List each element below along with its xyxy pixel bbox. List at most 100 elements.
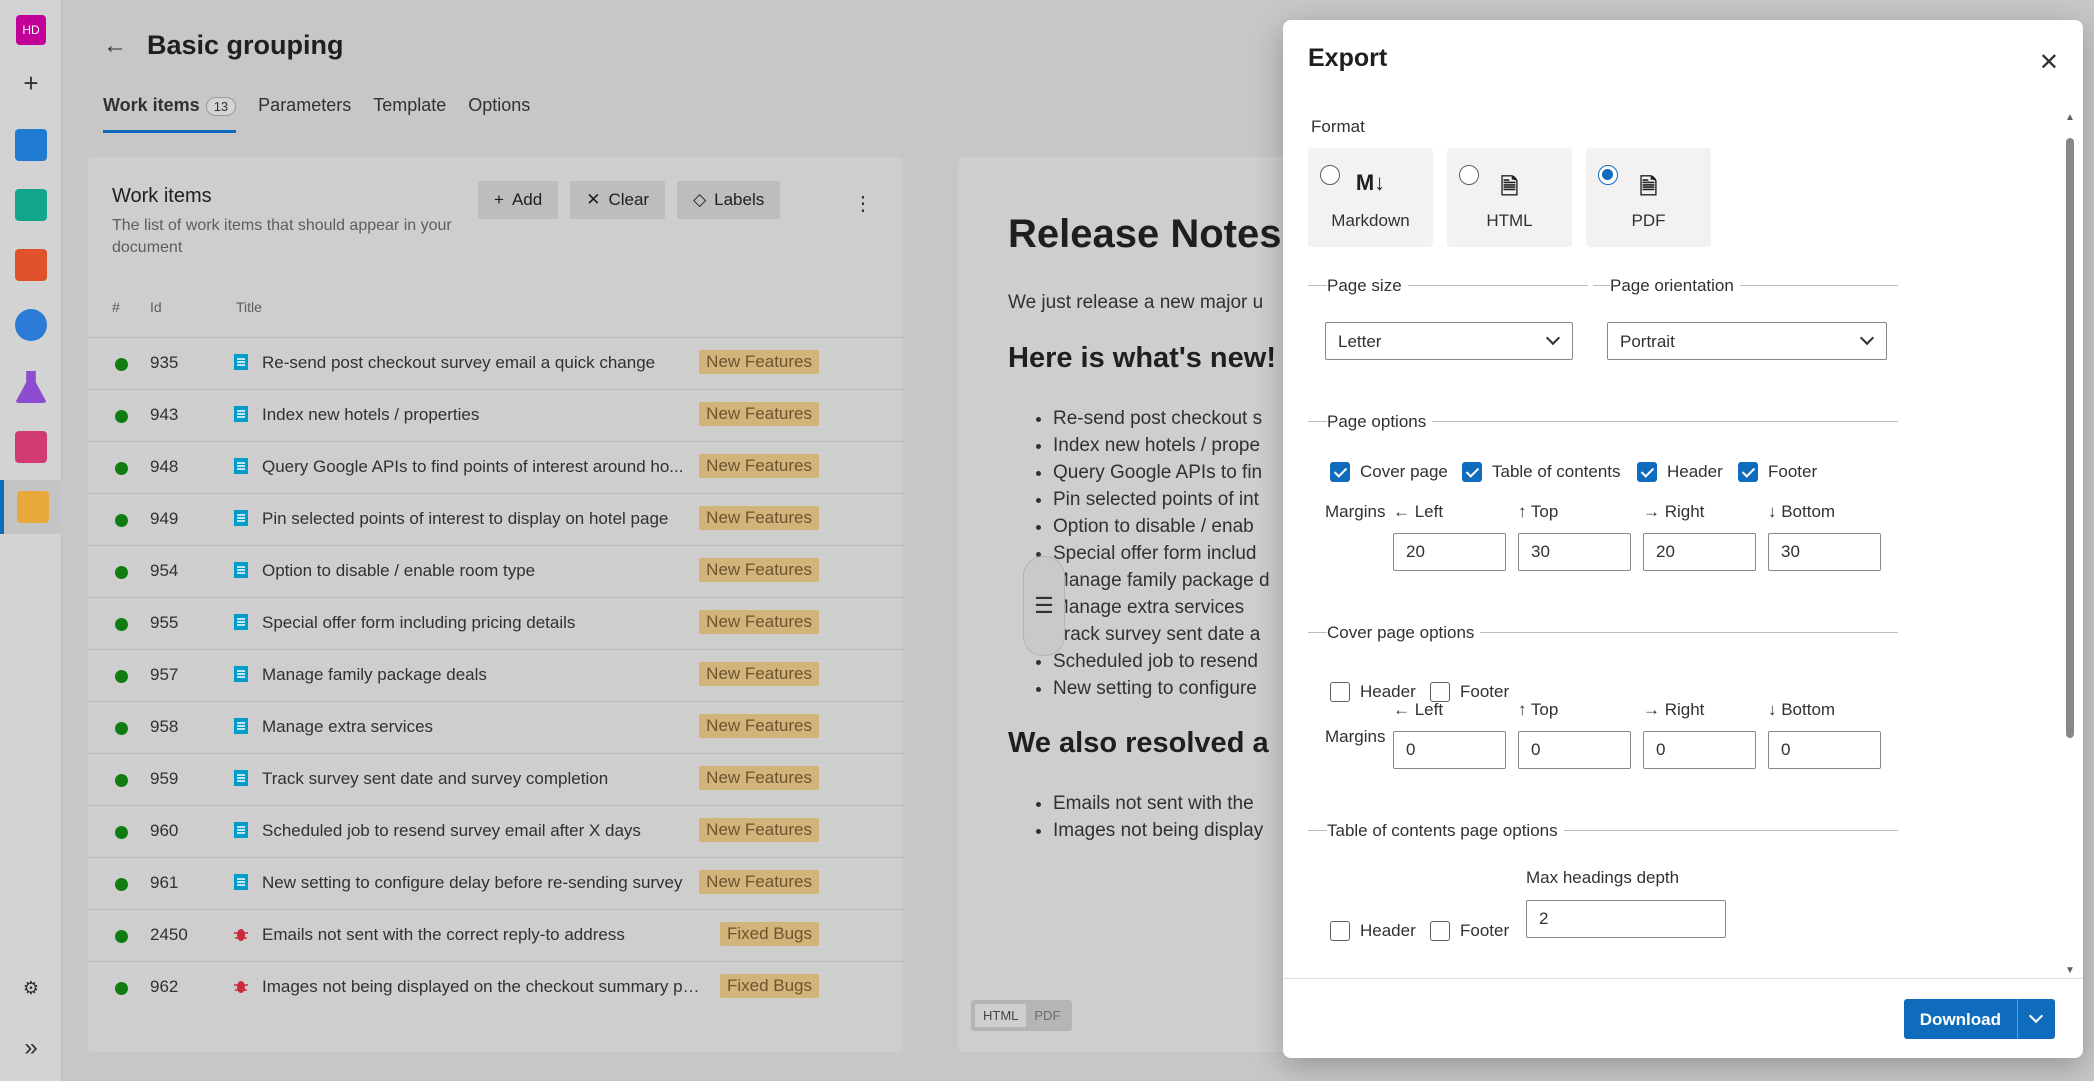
format-option-markdown[interactable]: M↓ Markdown	[1308, 148, 1433, 247]
tab-work-items[interactable]: Work items 13	[103, 95, 237, 133]
cover-header-checkbox[interactable]: Header	[1330, 682, 1416, 702]
add-button[interactable]: + Add	[478, 181, 559, 219]
work-item-title[interactable]: Option to disable / enable room type	[262, 561, 702, 581]
user-story-icon	[234, 718, 248, 734]
tab-parameters[interactable]: Parameters	[258, 95, 351, 133]
margin-top-label: ↑ Top	[1518, 502, 1559, 521]
close-icon[interactable]: ✕	[2039, 48, 2059, 77]
margin-bottom-label: ↓ Bottom	[1768, 502, 1836, 521]
cover-footer-checkbox[interactable]: Footer	[1430, 682, 1509, 702]
preview-list-item: Index new hotels / prope	[1053, 432, 1270, 459]
table-row[interactable]: 957 Manage family package deals New Featur…	[88, 649, 903, 701]
cover-margin-left-input[interactable]: 0	[1393, 731, 1506, 769]
scroll-up-icon[interactable]: ▲	[2065, 112, 2075, 123]
work-item-title[interactable]: Query Google APIs to find points of inte…	[262, 457, 702, 477]
toc-header-checkbox[interactable]: Header	[1330, 921, 1416, 941]
work-item-id: 962	[150, 977, 179, 996]
table-row[interactable]: 961 New setting to configure delay before…	[88, 857, 903, 909]
toc-checkbox[interactable]: Table of contents	[1462, 462, 1621, 482]
download-options-chevron-icon[interactable]	[2017, 999, 2055, 1039]
cover-margin-top-input[interactable]: 0	[1518, 731, 1631, 769]
cover-margin-bottom-input[interactable]: 0	[1768, 731, 1881, 769]
label-tag: Fixed Bugs	[719, 922, 819, 946]
work-item-title[interactable]: Manage extra services	[262, 717, 702, 737]
label-tag: New Features	[699, 662, 819, 686]
table-row[interactable]: 935 Re-send post checkout survey email a …	[88, 337, 903, 389]
nav-artifacts[interactable]	[0, 422, 62, 472]
toggle-pdf[interactable]: PDF	[1026, 1004, 1068, 1027]
max-depth-input[interactable]: 2	[1526, 900, 1726, 938]
state-dot-icon	[115, 930, 128, 943]
tab-options[interactable]: Options	[468, 95, 530, 133]
scroll-down-icon[interactable]: ▼	[2065, 965, 2075, 976]
pdf-file-icon: 🗎	[1639, 174, 1658, 199]
toc-footer-checkbox[interactable]: Footer	[1430, 921, 1509, 941]
more-options-icon[interactable]: ⋮	[853, 191, 873, 216]
new-project-plus-icon[interactable]: +	[0, 58, 62, 108]
preview-heading-new: Here is what's new!	[1008, 342, 1276, 374]
page-margin-bottom-input[interactable]: 30	[1768, 533, 1881, 571]
back-arrow-icon[interactable]: ←	[103, 32, 127, 60]
labels-button[interactable]: ◇ Labels	[677, 181, 781, 219]
table-row[interactable]: 943 Index new hotels / properties New Feat…	[88, 389, 903, 441]
work-item-title[interactable]: Scheduled job to resend survey email aft…	[262, 821, 702, 841]
page-margin-left-input[interactable]: 20	[1393, 533, 1506, 571]
nav-pipelines[interactable]	[0, 300, 62, 350]
work-item-title[interactable]: Re-send post checkout survey email a qui…	[262, 353, 702, 373]
work-item-title[interactable]: Special offer form including pricing det…	[262, 613, 702, 633]
work-item-title[interactable]: Pin selected points of interest to displ…	[262, 509, 702, 529]
scrollbar-thumb[interactable]	[2066, 138, 2074, 738]
format-option-pdf[interactable]: 🗎 PDF	[1586, 148, 1711, 247]
user-story-icon	[234, 510, 248, 526]
table-row[interactable]: 954 Option to disable / enable room type N…	[88, 545, 903, 597]
format-option-html[interactable]: 🗎 HTML	[1447, 148, 1572, 247]
work-item-title[interactable]: Track survey sent date and survey comple…	[262, 769, 702, 789]
tab-template[interactable]: Template	[373, 95, 446, 133]
nav-test-plans[interactable]	[0, 362, 62, 412]
table-row[interactable]: 948 Query Google APIs to find points of i…	[88, 441, 903, 493]
margins-label: Margins	[1325, 502, 1386, 521]
user-story-icon	[234, 354, 248, 370]
collapse-preview-handle[interactable]: ☰	[1023, 556, 1065, 656]
work-item-title[interactable]: New setting to configure delay before re…	[262, 873, 702, 893]
nav-board-check[interactable]	[0, 180, 62, 230]
table-row[interactable]: 960 Scheduled job to resend survey email …	[88, 805, 903, 857]
nav-avatar[interactable]: HD	[0, 5, 62, 55]
expand-nav-icon[interactable]: »	[0, 1023, 62, 1073]
toggle-html[interactable]: HTML	[975, 1004, 1027, 1027]
dialog-title: Export	[1308, 44, 1388, 72]
table-row[interactable]: 949 Pin selected points of interest to di…	[88, 493, 903, 545]
nav-repos[interactable]	[0, 240, 62, 290]
page-size-select[interactable]: Letter	[1325, 322, 1573, 360]
work-item-title[interactable]: Images not being displayed on the checko…	[262, 977, 702, 997]
header-checkbox[interactable]: Header	[1637, 462, 1723, 482]
table-row[interactable]: 955 Special offer form including pricing …	[88, 597, 903, 649]
work-item-title[interactable]: Index new hotels / properties	[262, 405, 702, 425]
page-margin-right-input[interactable]: 20	[1643, 533, 1756, 571]
page-margin-top-input[interactable]: 30	[1518, 533, 1631, 571]
nav-document-generator[interactable]	[0, 480, 62, 534]
work-items-list: 935 Re-send post checkout survey email a …	[88, 337, 903, 1013]
cover-page-checkbox[interactable]: Cover page	[1330, 462, 1448, 482]
work-item-title[interactable]: Manage family package deals	[262, 665, 702, 685]
page-header: ← Basic grouping	[103, 30, 344, 61]
document-icon	[17, 491, 49, 523]
preview-list-item: Query Google APIs to fin	[1053, 459, 1270, 486]
settings-gear-icon[interactable]: ⚙	[0, 963, 62, 1013]
work-item-title[interactable]: Emails not sent with the correct reply-t…	[262, 925, 702, 945]
table-row[interactable]: 2450 Emails not sent with the correct rep…	[88, 909, 903, 961]
clear-button[interactable]: ✕ Clear	[570, 181, 666, 219]
chevron-down-icon	[1859, 330, 1875, 346]
orientation-select[interactable]: Portrait	[1607, 322, 1887, 360]
table-row[interactable]: 962 Images not being displayed on the che…	[88, 961, 903, 1013]
footer-checkbox[interactable]: Footer	[1738, 462, 1817, 482]
markdown-icon: M↓	[1355, 170, 1386, 195]
dialog-scrollbar[interactable]: ▲ ▼	[2065, 112, 2075, 976]
table-row[interactable]: 958 Manage extra services New Features	[88, 701, 903, 753]
download-button[interactable]: Download	[1904, 999, 2017, 1039]
label-tag: New Features	[699, 870, 819, 894]
table-row[interactable]: 959 Track survey sent date and survey com…	[88, 753, 903, 805]
cover-margin-right-input[interactable]: 0	[1643, 731, 1756, 769]
nav-boards[interactable]	[0, 120, 62, 170]
work-item-id: 948	[150, 457, 179, 476]
